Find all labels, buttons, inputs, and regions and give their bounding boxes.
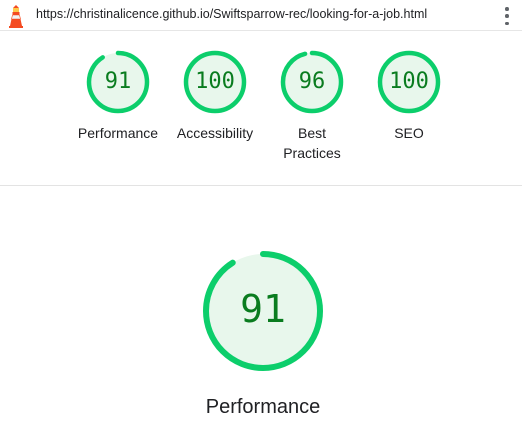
gauge-score: 96 — [298, 69, 326, 94]
gauge-score: 91 — [240, 287, 286, 331]
featured-gauge-label: Performance — [205, 396, 321, 418]
gauge-score: 100 — [195, 69, 235, 94]
gauge-label: Performance — [77, 125, 159, 141]
gauge-seo[interactable]: 100 SEO — [359, 49, 459, 143]
menu-dot — [505, 7, 509, 11]
gauge-label: SEO — [394, 125, 424, 141]
section-divider — [0, 185, 522, 186]
gauge-label: Best Practices — [283, 125, 341, 161]
gauge-performance[interactable]: 91 Performance — [68, 49, 168, 143]
menu-dot — [505, 21, 509, 25]
gauge-ring: 91 — [85, 49, 151, 115]
featured-gauge-performance: 91 — [202, 250, 324, 372]
gauge-ring: 96 — [279, 49, 345, 115]
kebab-menu-icon[interactable] — [500, 5, 514, 27]
gauge-score: 100 — [389, 69, 429, 94]
gauge-label: Accessibility — [176, 125, 254, 141]
page-url[interactable]: https://christinalicence.github.io/Swift… — [36, 7, 427, 21]
gauge-ring: 100 — [376, 49, 442, 115]
lighthouse-icon — [9, 5, 23, 28]
gauge-score: 91 — [104, 69, 132, 94]
gauge-best-practices[interactable]: 96 Best Practices — [262, 49, 362, 163]
gauge-ring: 100 — [182, 49, 248, 115]
url-bar: https://christinalicence.github.io/Swift… — [0, 0, 522, 31]
gauge-accessibility[interactable]: 100 Accessibility — [165, 49, 265, 143]
menu-dot — [505, 14, 509, 18]
